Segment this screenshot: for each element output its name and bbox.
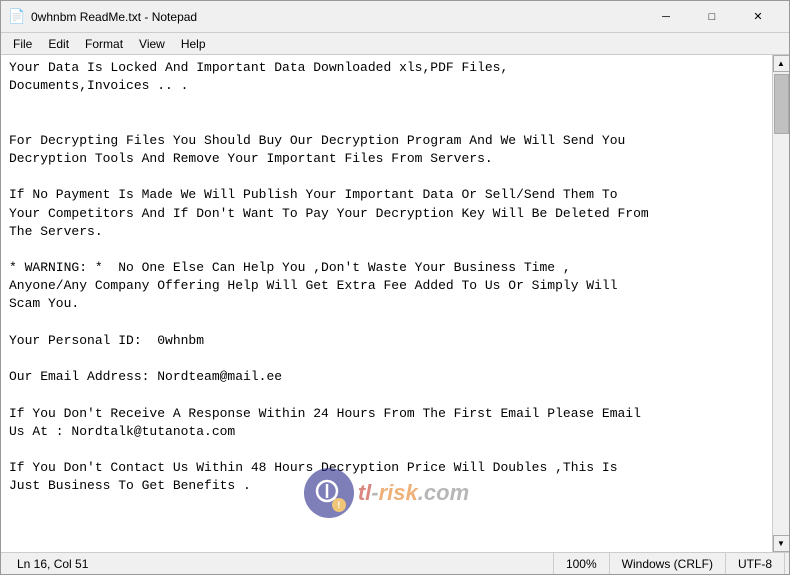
scroll-thumb[interactable]: [774, 74, 789, 134]
app-icon: 📄: [9, 9, 25, 25]
status-encoding: UTF-8: [726, 553, 785, 574]
scroll-down-button[interactable]: ▼: [773, 535, 790, 552]
notepad-window: 📄 0whnbm ReadMe.txt - Notepad ─ □ ✕ File…: [0, 0, 790, 575]
menu-bar: File Edit Format View Help: [1, 33, 789, 55]
menu-edit[interactable]: Edit: [40, 35, 77, 53]
window-title: 0whnbm ReadMe.txt - Notepad: [31, 10, 643, 24]
scroll-up-button[interactable]: ▲: [773, 55, 790, 72]
status-zoom: 100%: [554, 553, 610, 574]
menu-help[interactable]: Help: [173, 35, 214, 53]
content-wrapper: Your Data Is Locked And Important Data D…: [1, 55, 789, 552]
title-bar: 📄 0whnbm ReadMe.txt - Notepad ─ □ ✕: [1, 1, 789, 33]
status-position: Ln 16, Col 51: [5, 553, 554, 574]
minimize-button[interactable]: ─: [643, 1, 689, 33]
menu-format[interactable]: Format: [77, 35, 131, 53]
maximize-button[interactable]: □: [689, 1, 735, 33]
status-line-ending: Windows (CRLF): [610, 553, 726, 574]
main-content-area: Your Data Is Locked And Important Data D…: [1, 55, 789, 552]
close-button[interactable]: ✕: [735, 1, 781, 33]
menu-view[interactable]: View: [131, 35, 173, 53]
menu-file[interactable]: File: [5, 35, 40, 53]
text-editor[interactable]: Your Data Is Locked And Important Data D…: [1, 55, 772, 552]
vertical-scrollbar: ▲ ▼: [772, 55, 789, 552]
scroll-track[interactable]: [773, 72, 789, 535]
status-bar: Ln 16, Col 51 100% Windows (CRLF) UTF-8: [1, 552, 789, 574]
window-controls: ─ □ ✕: [643, 1, 781, 33]
